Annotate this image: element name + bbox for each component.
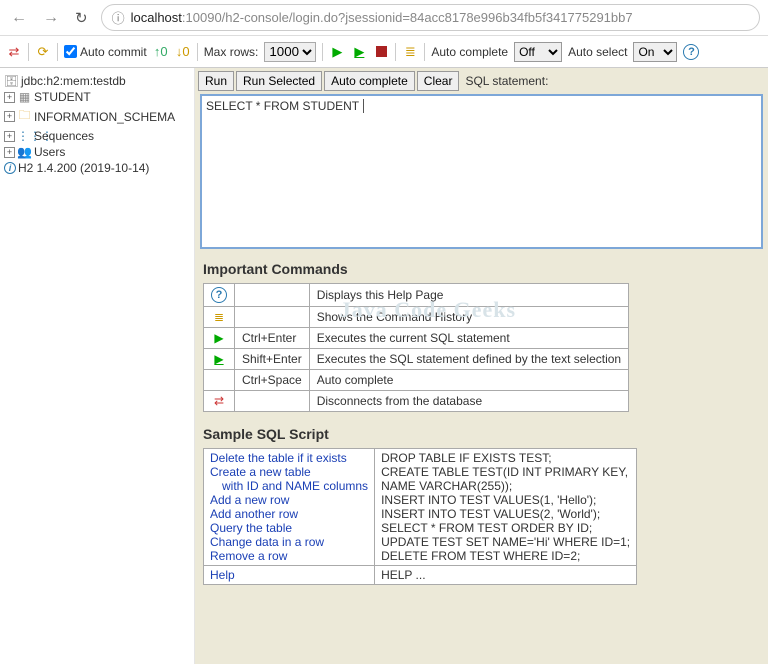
help-link[interactable]: Help — [210, 568, 235, 582]
address-bar[interactable]: ⓘ localhost:10090/h2-console/login.do?js… — [101, 4, 760, 31]
users-icon: 👥 — [17, 145, 32, 159]
run-icon[interactable]: ▶ — [329, 44, 345, 60]
command-desc: Executes the SQL statement defined by th… — [309, 349, 628, 370]
script-link[interactable]: Delete the table if it exists — [210, 451, 347, 465]
auto-complete-button[interactable]: Auto complete — [324, 71, 415, 91]
rollback-icon[interactable]: ↓0 — [175, 44, 191, 60]
expand-icon[interactable]: + — [4, 131, 15, 142]
refresh-icon[interactable]: ⟳ — [35, 44, 51, 60]
script-link[interactable]: Create a new table — [210, 465, 311, 479]
tree-info-schema[interactable]: +🗀INFORMATION_SCHEMA — [4, 105, 190, 128]
sql-statement-label: SQL statement: — [461, 71, 552, 91]
command-shortcut: Ctrl+Space — [235, 370, 310, 391]
run-selected-icon[interactable]: ▶ — [351, 44, 367, 60]
run-icon: ▶ — [214, 331, 223, 345]
script-link[interactable]: with ID and NAME columns — [210, 479, 368, 493]
history-icon: ≣ — [214, 310, 224, 324]
tree-version: iH2 1.4.200 (2019-10-14) — [4, 160, 190, 176]
browser-chrome: ← → ↻ ⓘ localhost:10090/h2-console/login… — [0, 0, 768, 36]
back-button[interactable]: ← — [8, 7, 30, 29]
sequences-icon: ⋮⋮⋮ — [17, 129, 32, 143]
script-link[interactable]: Change data in a row — [210, 535, 324, 549]
command-desc: Shows the Command HistoryJava Code Geeks — [309, 307, 628, 328]
tree-student[interactable]: +▦STUDENT — [4, 89, 190, 105]
command-row: ▶ Shift+EnterExecutes the SQL statement d… — [204, 349, 629, 370]
forward-button[interactable]: → — [40, 7, 62, 29]
tree-users[interactable]: +👥Users — [4, 144, 190, 160]
sample-script-heading: Sample SQL Script — [203, 426, 760, 442]
h2-toolbar: ⇄ ⟳ Auto commit ↑0 ↓0 Max rows: 1000 ▶ ▶… — [0, 36, 768, 68]
content-pane: Run Run Selected Auto complete Clear SQL… — [195, 68, 768, 664]
script-table: Delete the table if it existsCreate a ne… — [203, 448, 637, 585]
command-row: ? Displays this Help Page — [204, 284, 629, 307]
run-selected-button[interactable]: Run Selected — [236, 71, 322, 91]
script-sql: DROP TABLE IF EXISTS TEST;CREATE TABLE T… — [375, 449, 637, 566]
command-desc: Displays this Help Page — [309, 284, 628, 307]
help-icon: ? — [211, 287, 227, 303]
command-row: Ctrl+SpaceAuto complete — [204, 370, 629, 391]
expand-icon[interactable]: + — [4, 147, 15, 158]
sql-textarea[interactable]: SELECT * FROM STUDENT — [200, 94, 763, 249]
script-link[interactable]: Add another row — [210, 507, 298, 521]
url-host: localhost — [131, 10, 182, 25]
auto-complete-label: Auto complete — [431, 45, 508, 59]
help-sql: HELP ... — [375, 566, 637, 585]
auto-select-select[interactable]: On — [633, 42, 677, 62]
clear-button[interactable]: Clear — [417, 71, 460, 91]
auto-select-label: Auto select — [568, 45, 627, 59]
tree-sequences[interactable]: +⋮⋮⋮Sequences — [4, 128, 190, 144]
expand-icon[interactable]: + — [4, 111, 15, 122]
info-icon: ⓘ — [112, 8, 125, 27]
command-shortcut: Ctrl+Enter — [235, 328, 310, 349]
tree-db[interactable]: 🗄jdbc:h2:mem:testdb — [4, 73, 190, 89]
database-icon: 🗄 — [4, 74, 19, 88]
stop-icon[interactable] — [373, 44, 389, 60]
command-desc: Disconnects from the database — [309, 391, 628, 412]
tree-sidebar: 🗄jdbc:h2:mem:testdb +▦STUDENT +🗀INFORMAT… — [0, 68, 195, 664]
table-icon: ▦ — [17, 90, 32, 104]
script-links: Delete the table if it existsCreate a ne… — [204, 449, 375, 566]
expand-icon[interactable]: + — [4, 92, 15, 103]
script-link[interactable]: Add a new row — [210, 493, 289, 507]
auto-commit-label: Auto commit — [80, 45, 147, 59]
command-desc: Executes the current SQL statement — [309, 328, 628, 349]
command-row: ⇄ Disconnects from the database — [204, 391, 629, 412]
disconnect-icon: ⇄ — [214, 394, 224, 408]
command-shortcut: Shift+Enter — [235, 349, 310, 370]
command-row: ▶ Ctrl+EnterExecutes the current SQL stat… — [204, 328, 629, 349]
command-shortcut — [235, 307, 310, 328]
commands-table: ? Displays this Help Page ≣ Shows the Comma… — [203, 283, 629, 412]
commit-icon[interactable]: ↑0 — [153, 44, 169, 60]
disconnect-icon[interactable]: ⇄ — [6, 44, 22, 60]
command-desc: Auto complete — [309, 370, 628, 391]
max-rows-label: Max rows: — [204, 45, 259, 59]
folder-icon: 🗀 — [17, 106, 32, 127]
command-shortcut — [235, 284, 310, 307]
run-button[interactable]: Run — [198, 71, 234, 91]
help-icon[interactable]: ? — [683, 44, 699, 60]
auto-commit-toggle[interactable]: Auto commit — [64, 45, 147, 59]
history-icon[interactable]: ≣ — [402, 44, 418, 60]
max-rows-select[interactable]: 1000 — [264, 42, 316, 62]
command-shortcut — [235, 391, 310, 412]
reload-button[interactable]: ↻ — [72, 7, 91, 29]
script-link[interactable]: Remove a row — [210, 549, 287, 563]
important-commands-heading: Important Commands — [203, 261, 760, 277]
info-icon: i — [4, 162, 16, 174]
run-selected-icon: ▶ — [214, 352, 223, 366]
auto-commit-checkbox[interactable] — [64, 45, 77, 58]
script-link[interactable]: Query the table — [210, 521, 292, 535]
url-path: :10090/h2-console/login.do?jsessionid=84… — [182, 10, 633, 25]
auto-complete-select[interactable]: Off — [514, 42, 562, 62]
command-row: ≣ Shows the Command HistoryJava Code Geek… — [204, 307, 629, 328]
